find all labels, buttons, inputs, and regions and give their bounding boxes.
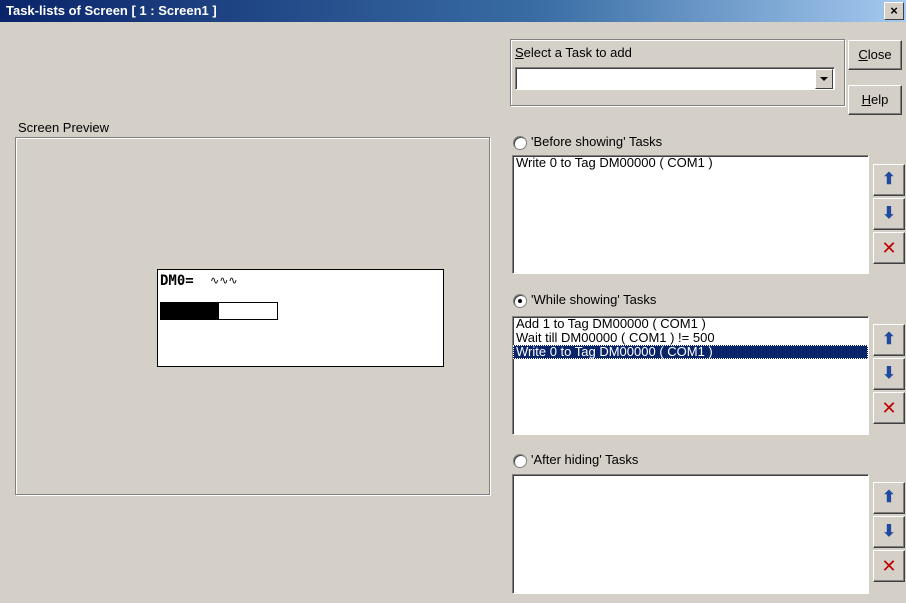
preview-bar	[160, 302, 278, 320]
before-showing-list[interactable]: Write 0 to Tag DM00000 ( COM1 )	[512, 155, 869, 274]
window-title: Task-lists of Screen [ 1 : Screen1 ]	[6, 3, 217, 18]
while-showing-radio[interactable]	[513, 294, 527, 308]
before-showing-radio[interactable]	[513, 136, 527, 150]
list-item[interactable]: Write 0 to Tag DM00000 ( COM1 )	[513, 345, 868, 359]
screen-preview-label: Screen Preview	[18, 120, 110, 135]
after-delete-button[interactable]: ✕	[873, 550, 905, 582]
before-move-up-button[interactable]: ⬆	[873, 164, 905, 196]
close-button[interactable]: Close	[848, 40, 902, 70]
after-move-up-button[interactable]: ⬆	[873, 482, 905, 514]
before-delete-button[interactable]: ✕	[873, 232, 905, 264]
while-showing-label[interactable]: 'While showing' Tasks	[531, 292, 656, 307]
list-item[interactable]: Write 0 to Tag DM00000 ( COM1 )	[513, 156, 868, 170]
preview-screen: DM0= ∿∿∿	[157, 269, 444, 367]
list-item[interactable]: Wait till DM00000 ( COM1 ) != 500	[513, 331, 868, 345]
preview-bar-fill	[161, 303, 219, 319]
window-close-button[interactable]: ×	[884, 2, 904, 20]
before-showing-label[interactable]: 'Before showing' Tasks	[531, 134, 662, 149]
select-task-label-text: elect a Task to add	[523, 45, 632, 60]
preview-tag-value: ∿∿∿	[210, 275, 238, 287]
after-hiding-list[interactable]	[512, 474, 869, 594]
while-move-down-button[interactable]: ⬇	[873, 358, 905, 390]
while-delete-button[interactable]: ✕	[873, 392, 905, 424]
task-select[interactable]	[515, 67, 835, 90]
select-task-label: Select a Task to add	[515, 45, 632, 60]
after-hiding-radio[interactable]	[513, 454, 527, 468]
after-hiding-label[interactable]: 'After hiding' Tasks	[531, 452, 638, 467]
while-move-up-button[interactable]: ⬆	[873, 324, 905, 356]
while-showing-list[interactable]: Add 1 to Tag DM00000 ( COM1 ) Wait till D…	[512, 316, 869, 435]
help-button[interactable]: Help	[848, 85, 902, 115]
title-bar: Task-lists of Screen [ 1 : Screen1 ] ×	[0, 0, 906, 22]
after-move-down-button[interactable]: ⬇	[873, 516, 905, 548]
close-button-label: Close	[858, 47, 892, 62]
help-button-label: Help	[861, 92, 889, 107]
preview-tag-text: DM0=	[160, 273, 194, 289]
dropdown-arrow-icon[interactable]	[815, 69, 833, 89]
list-item[interactable]: Add 1 to Tag DM00000 ( COM1 )	[513, 317, 868, 331]
before-move-down-button[interactable]: ⬇	[873, 198, 905, 230]
